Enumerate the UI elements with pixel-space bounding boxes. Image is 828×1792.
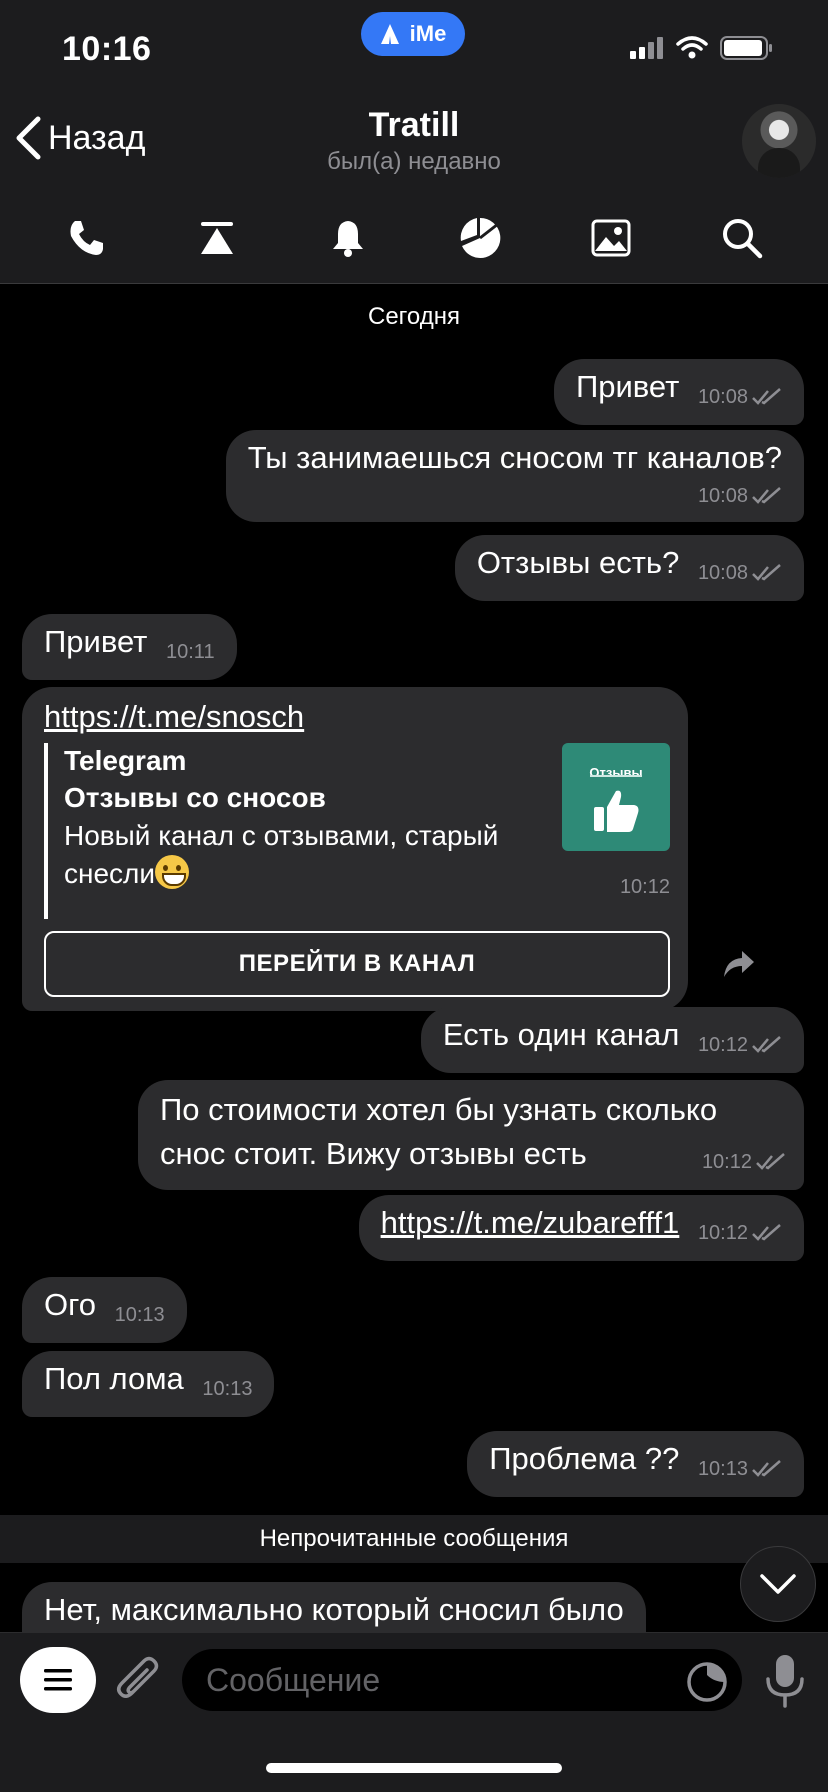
double-check-icon xyxy=(752,1224,781,1241)
message-time: 10:13 xyxy=(697,1458,748,1480)
paperclip-icon[interactable] xyxy=(114,1653,164,1707)
grin-emoji-icon xyxy=(155,855,190,889)
message-text: Отзывы есть? xyxy=(476,545,680,580)
double-check-icon xyxy=(752,1036,781,1053)
preview-description: Новый канал с отзывами, старый снесли xyxy=(64,817,544,893)
message-out[interactable]: Привет 10:08 xyxy=(553,359,804,425)
chat-status: был(а) недавно xyxy=(327,148,501,175)
double-check-icon xyxy=(752,487,781,504)
message-link[interactable]: https://t.me/zubarefff1 xyxy=(381,1205,680,1240)
chat-toolbar xyxy=(0,208,828,268)
phone-icon xyxy=(70,221,103,255)
notifications-button[interactable] xyxy=(318,208,378,268)
ime-badge-label: iMe xyxy=(409,21,447,46)
double-check-icon xyxy=(752,1460,781,1477)
message-in[interactable]: Пол лома 10:13 xyxy=(22,1351,275,1417)
message-out[interactable]: Есть один канал 10:12 xyxy=(420,1007,804,1073)
preview-thumbnail: Отзывы xyxy=(562,743,670,851)
thumbnail-divider xyxy=(590,775,642,777)
pin-button[interactable] xyxy=(187,208,247,268)
chat-header: Назад Tratill был(а) недавно xyxy=(0,100,828,284)
message-link[interactable]: https://t.me/snosch xyxy=(44,695,670,739)
ime-logo-icon xyxy=(380,24,399,44)
chat-title[interactable]: Tratill xyxy=(0,106,828,145)
menu-icon xyxy=(44,1669,72,1691)
status-time: 10:16 xyxy=(62,30,152,68)
link-preview[interactable]: Telegram Отзывы со сносов Новый канал с … xyxy=(44,743,670,919)
message-out[interactable]: Отзывы есть? 10:08 xyxy=(454,535,804,601)
wifi-icon xyxy=(676,36,708,59)
message-text: Привет xyxy=(575,369,680,404)
message-time: 10:12 xyxy=(697,1222,748,1244)
signal-icon xyxy=(630,37,663,59)
unread-separator: Непрочитанные сообщения xyxy=(0,1515,828,1563)
composer xyxy=(0,1632,828,1792)
double-check-icon xyxy=(752,388,781,405)
home-indicator xyxy=(266,1763,562,1773)
thumbs-up-icon xyxy=(594,790,639,832)
message-out[interactable]: Проблема ?? 10:13 xyxy=(467,1431,804,1497)
microphone-icon[interactable] xyxy=(762,1653,808,1709)
forward-icon[interactable] xyxy=(722,947,756,981)
bell-icon xyxy=(333,221,364,257)
message-in-link-preview[interactable]: https://t.me/snosch Telegram Отзывы со с… xyxy=(22,687,688,1011)
menu-button[interactable] xyxy=(20,1647,96,1713)
message-input[interactable] xyxy=(182,1649,742,1711)
message-time: 10:11 xyxy=(166,641,215,663)
double-check-icon xyxy=(756,1153,785,1170)
chevron-down-icon xyxy=(760,1574,796,1594)
message-time: 10:12 xyxy=(697,1034,748,1056)
preview-description-text: Новый канал с отзывами, старый снесли xyxy=(64,820,499,889)
message-list[interactable]: Сегодня Привет 10:08 Ты занимаешься снос… xyxy=(0,285,828,1632)
pie-chart-icon xyxy=(460,217,500,258)
message-text: Пол лома xyxy=(44,1361,184,1396)
open-channel-button[interactable]: ПЕРЕЙТИ В КАНАЛ xyxy=(44,931,670,997)
message-in[interactable]: Ого 10:13 xyxy=(22,1277,187,1343)
double-check-icon xyxy=(752,564,781,581)
pin-icon xyxy=(200,222,233,254)
message-out[interactable]: https://t.me/zubarefff1 10:12 xyxy=(358,1195,804,1261)
media-button[interactable] xyxy=(581,208,641,268)
message-text: Проблема ?? xyxy=(489,1441,680,1476)
sticker-icon[interactable] xyxy=(686,1661,728,1703)
message-time: 10:08 xyxy=(697,386,748,408)
message-time: 10:13 xyxy=(202,1378,253,1400)
message-in[interactable]: Привет 10:11 xyxy=(22,614,237,680)
message-time: 10:08 xyxy=(697,562,748,584)
ime-badge[interactable]: iMe xyxy=(361,12,465,56)
search-button[interactable] xyxy=(712,208,772,268)
message-time: 10:12 xyxy=(619,876,670,898)
message-time: 10:13 xyxy=(114,1304,165,1326)
date-separator: Сегодня xyxy=(368,303,460,330)
message-text: Нет, максимально который сносил было xyxy=(44,1592,624,1627)
message-text: Ого xyxy=(44,1287,96,1322)
message-time: 10:12 xyxy=(701,1151,752,1173)
message-out[interactable]: Ты занимаешься сносом тг каналов? 10:08 xyxy=(225,430,804,522)
message-text: Есть один канал xyxy=(442,1017,680,1052)
avatar[interactable] xyxy=(742,104,816,178)
scroll-to-bottom-button[interactable] xyxy=(740,1546,816,1622)
call-button[interactable] xyxy=(56,208,116,268)
battery-icon xyxy=(720,36,772,60)
stats-button[interactable] xyxy=(450,208,510,268)
search-icon xyxy=(723,219,763,259)
message-time: 10:08 xyxy=(697,485,748,507)
message-text: Привет xyxy=(44,624,148,659)
message-in[interactable]: Нет, максимально который сносил было xyxy=(22,1582,646,1632)
image-icon xyxy=(591,219,631,257)
message-out[interactable]: По стоимости хотел бы узнать сколько сно… xyxy=(138,1080,804,1190)
status-bar: 10:16 iMe xyxy=(0,0,828,100)
